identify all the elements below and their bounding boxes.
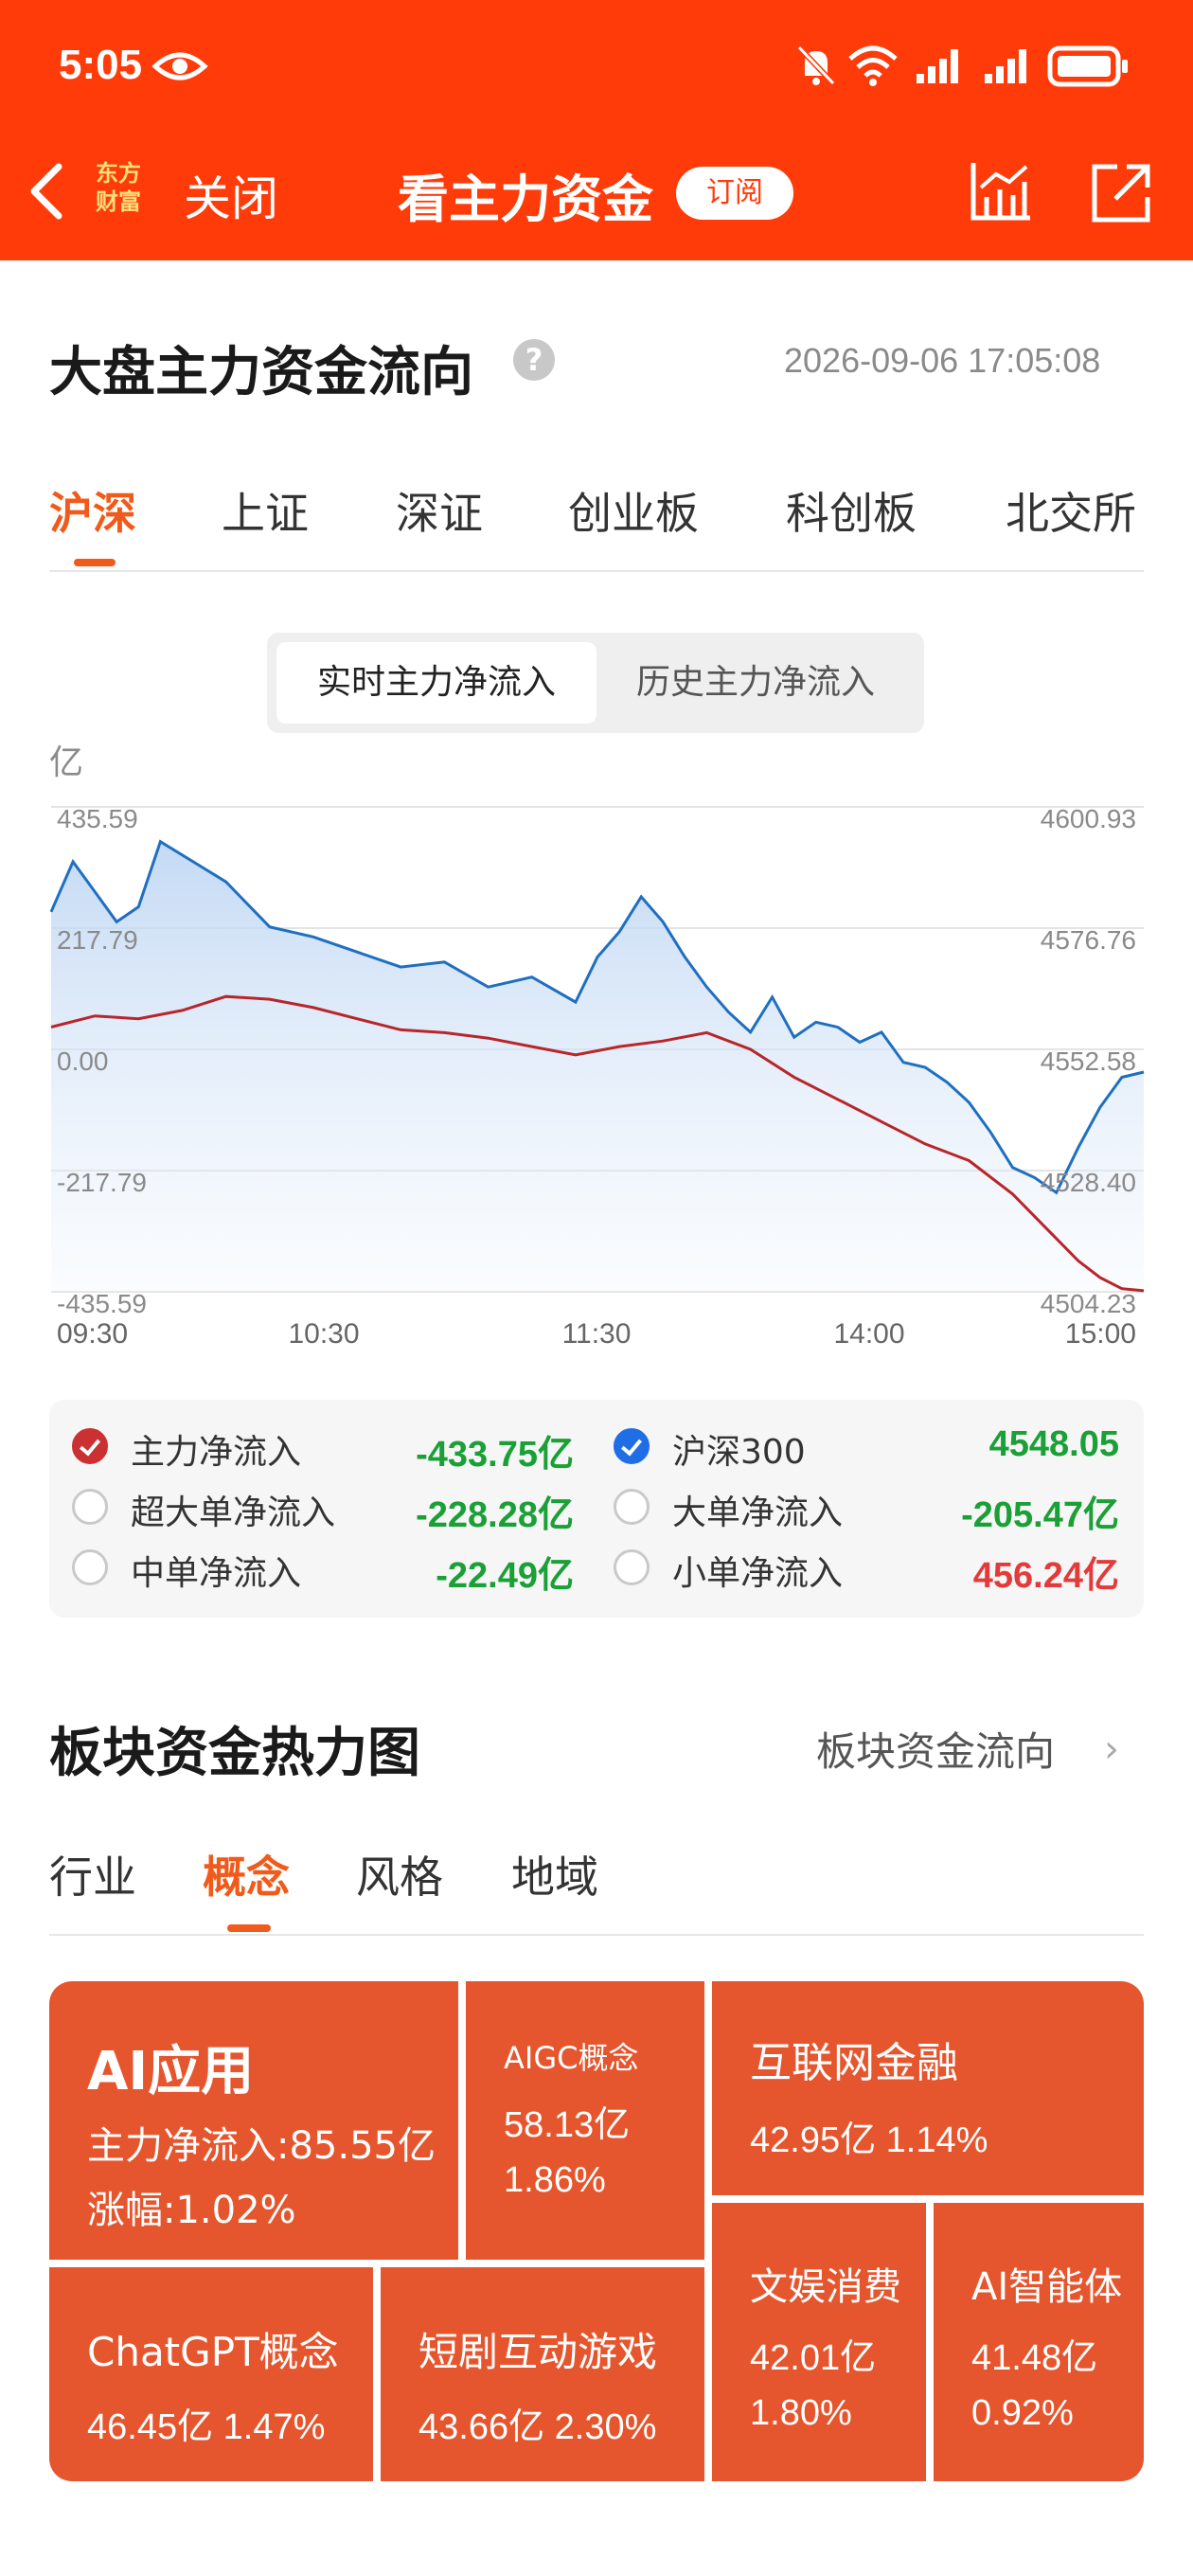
tile-name: 文娱消费 bbox=[750, 2265, 901, 2309]
tile-name: AI智能体 bbox=[971, 2265, 1123, 2309]
legend-label: 中单净流入 bbox=[131, 1554, 302, 1593]
app-header: 5:05 东方 财富 关闭 看主力资金 订阅 bbox=[0, 0, 1193, 260]
share-icon[interactable] bbox=[1089, 159, 1155, 225]
app-logo: 东方 财富 bbox=[87, 159, 150, 222]
tab-region[interactable]: 地域 bbox=[511, 1843, 598, 1905]
legend-checkbox[interactable] bbox=[72, 1549, 108, 1585]
tile-name: AIGC概念 bbox=[504, 2040, 639, 2076]
legend-value: 456.24亿 bbox=[972, 1556, 1119, 1596]
x-tick-label: 09:30 bbox=[57, 1318, 128, 1350]
legend-value: -22.49亿 bbox=[436, 1556, 574, 1596]
tab-beijiaosuo[interactable]: 北交所 bbox=[1006, 479, 1136, 542]
eye-icon bbox=[151, 52, 208, 80]
tile-aigc[interactable]: AIGC概念 58.13亿 1.86% bbox=[466, 1981, 704, 2260]
page-title: 看主力资金 bbox=[398, 170, 653, 229]
tile-flow: 46.45亿 1.47% bbox=[87, 2407, 326, 2447]
y-tick-left: 435.59 bbox=[57, 804, 138, 833]
active-tab-indicator bbox=[74, 559, 116, 566]
tile-ai-app[interactable]: AI应用 主力净流入:85.55亿 涨幅:1.02% bbox=[49, 1981, 458, 2260]
status-time: 5:05 bbox=[59, 42, 143, 88]
mute-bell-icon bbox=[796, 45, 836, 86]
heatmap: AI应用 主力净流入:85.55亿 涨幅:1.02% AIGC概念 58.13亿… bbox=[49, 1981, 1144, 2481]
tab-shangzheng[interactable]: 上证 bbox=[222, 479, 309, 542]
hs300-area bbox=[51, 841, 1144, 1292]
legend-label: 超大单净流入 bbox=[131, 1494, 336, 1532]
sector-flow-link[interactable]: 板块资金流向 bbox=[816, 1720, 1055, 1778]
tile-flow: 主力净流入:85.55亿 bbox=[87, 2124, 436, 2168]
tile-change: 1.86% bbox=[504, 2160, 606, 2200]
subscribe-button[interactable]: 订阅 bbox=[676, 167, 793, 220]
y-tick-right: 4576.76 bbox=[1041, 925, 1136, 955]
tile-entertainment[interactable]: 文娱消费 42.01亿 1.80% bbox=[712, 2203, 926, 2481]
tile-flow: 58.13亿 bbox=[504, 2105, 631, 2145]
x-tick-label: 14:00 bbox=[833, 1318, 904, 1350]
tile-flow: 43.66亿 2.30% bbox=[418, 2407, 657, 2447]
legend-label: 沪深300 bbox=[672, 1433, 806, 1472]
tile-flow: 42.01亿 bbox=[750, 2338, 877, 2378]
legend-label: 主力净流入 bbox=[131, 1433, 302, 1472]
tile-name: 互联网金融 bbox=[750, 2039, 958, 2087]
signal-icon-2 bbox=[985, 49, 1026, 83]
legend-label: 小单净流入 bbox=[672, 1554, 844, 1593]
tile-flow: 41.48亿 bbox=[971, 2338, 1098, 2378]
segment-history[interactable]: 历史主力净流入 bbox=[596, 642, 915, 724]
legend-checkbox[interactable] bbox=[72, 1428, 108, 1464]
tile-name: 短剧互动游戏 bbox=[418, 2329, 658, 2375]
tile-change: 1.80% bbox=[750, 2393, 852, 2433]
legend-value: -205.47亿 bbox=[961, 1495, 1119, 1535]
segment-realtime[interactable]: 实时主力净流入 bbox=[276, 642, 596, 724]
tab-style[interactable]: 风格 bbox=[356, 1843, 443, 1905]
legend-label: 大单净流入 bbox=[672, 1494, 844, 1532]
tab-chuangyeban[interactable]: 创业板 bbox=[568, 479, 699, 542]
legend-value: 4548.05 bbox=[988, 1424, 1119, 1464]
tile-flow: 42.95亿 1.14% bbox=[750, 2120, 988, 2160]
tab-concept[interactable]: 概念 bbox=[203, 1843, 290, 1905]
x-tick-label: 15:00 bbox=[1065, 1318, 1136, 1350]
chart-icon[interactable] bbox=[968, 159, 1034, 224]
heatmap-section-title: 板块资金热力图 bbox=[49, 1723, 420, 1784]
x-tick-label: 10:30 bbox=[288, 1318, 359, 1350]
tile-chatgpt[interactable]: ChatGPT概念 46.45亿 1.47% bbox=[49, 2267, 373, 2481]
tile-short-drama[interactable]: 短剧互动游戏 43.66亿 2.30% bbox=[381, 2267, 704, 2481]
help-icon[interactable]: ? bbox=[513, 339, 555, 381]
tab-industry[interactable]: 行业 bbox=[49, 1843, 136, 1905]
flow-section-title: 大盘主力资金流向 bbox=[49, 342, 473, 403]
back-arrow-icon[interactable] bbox=[27, 161, 64, 222]
y-tick-left: -217.79 bbox=[57, 1168, 147, 1197]
legend-checkbox[interactable] bbox=[72, 1489, 108, 1525]
y-tick-left: 0.00 bbox=[57, 1046, 109, 1076]
tile-change: 涨幅:1.02% bbox=[87, 2189, 296, 2232]
heatmap-tabs-divider bbox=[49, 1934, 1144, 1936]
y-tick-left: -435.59 bbox=[57, 1289, 147, 1318]
tab-shenzheng[interactable]: 深证 bbox=[396, 479, 483, 542]
x-tick-label: 11:30 bbox=[562, 1318, 632, 1350]
legend-value: -433.75亿 bbox=[416, 1435, 574, 1475]
y-tick-right: 4552.58 bbox=[1041, 1046, 1136, 1076]
chevron-right-icon[interactable]: › bbox=[1104, 1727, 1119, 1771]
tile-ai-agent[interactable]: AI智能体 41.48亿 0.92% bbox=[934, 2203, 1144, 2481]
legend-value: -228.28亿 bbox=[416, 1495, 574, 1535]
battery-icon bbox=[1047, 45, 1128, 87]
signal-icon bbox=[917, 49, 958, 83]
update-timestamp: 2026-09-06 17:05:08 bbox=[784, 341, 1101, 380]
legend-checkbox[interactable] bbox=[614, 1489, 650, 1525]
close-link[interactable]: 关闭 bbox=[184, 161, 278, 229]
tile-internet-finance[interactable]: 互联网金融 42.95亿 1.14% bbox=[712, 1981, 1144, 2195]
tab-kechuangban[interactable]: 科创板 bbox=[786, 479, 917, 542]
y-tick-right: 4528.40 bbox=[1041, 1168, 1136, 1197]
flow-chart: 435.59 4600.93 217.79 4576.76 0.00 4552.58 -21… bbox=[49, 804, 1145, 1350]
legend-checkbox[interactable] bbox=[614, 1549, 650, 1585]
concept-tab-indicator bbox=[227, 1924, 271, 1932]
wifi-icon bbox=[848, 45, 898, 86]
tile-name: ChatGPT概念 bbox=[87, 2329, 339, 2375]
y-tick-right: 4600.93 bbox=[1041, 804, 1136, 833]
tile-change: 0.92% bbox=[971, 2393, 1074, 2433]
y-tick-right: 4504.23 bbox=[1041, 1289, 1136, 1318]
tab-hushen[interactable]: 沪深 bbox=[49, 479, 136, 542]
legend-checkbox[interactable] bbox=[614, 1428, 650, 1464]
tile-name: AI应用 bbox=[87, 2041, 255, 2102]
y-tick-left: 217.79 bbox=[57, 925, 138, 955]
tabs-divider bbox=[49, 570, 1144, 572]
